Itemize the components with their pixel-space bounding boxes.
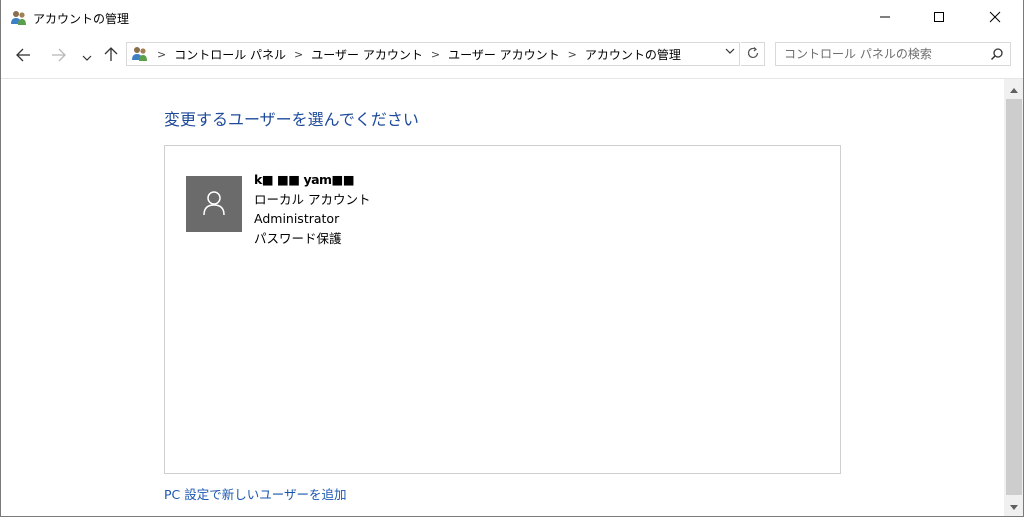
caret-up-icon	[1010, 82, 1018, 96]
refresh-icon	[746, 46, 760, 63]
close-icon	[989, 11, 1001, 26]
recent-locations-button[interactable]	[79, 44, 95, 68]
user-icon	[201, 189, 227, 220]
arrow-right-icon	[51, 47, 67, 66]
navigation-bar: > コントロール パネル > ユーザー アカウント > ユーザー アカウント >…	[0, 36, 1024, 78]
forward-button[interactable]	[46, 44, 72, 68]
main-content: 変更するユーザーを選んでください k■ ■■ yam■■ ローカル アカウント …	[0, 79, 1004, 517]
address-bar[interactable]: > コントロール パネル > ユーザー アカウント > ユーザー アカウント >…	[126, 42, 740, 66]
avatar[interactable]	[186, 176, 242, 232]
address-dropdown-icon[interactable]	[725, 47, 735, 58]
add-user-link[interactable]: PC 設定で新しいユーザーを追加	[164, 484, 347, 503]
user-info: k■ ■■ yam■■ ローカル アカウント Administrator パスワ…	[254, 170, 370, 248]
breadcrumb-user-accounts[interactable]: ユーザー アカウント	[311, 46, 423, 63]
up-button[interactable]	[100, 44, 122, 68]
user-name[interactable]: k■ ■■ yam■■	[254, 170, 370, 190]
back-button[interactable]	[10, 44, 36, 68]
page-title: 変更するユーザーを選んでください	[164, 110, 419, 129]
user-list-panel: k■ ■■ yam■■ ローカル アカウント Administrator パスワ…	[164, 145, 841, 474]
refresh-button[interactable]	[741, 42, 765, 66]
search-input[interactable]	[776, 43, 989, 65]
caret-down-icon	[1010, 500, 1018, 514]
scrollbar-thumb[interactable]	[1006, 99, 1022, 495]
arrow-left-icon	[15, 47, 31, 66]
maximize-icon	[933, 11, 945, 26]
account-type: ローカル アカウント	[254, 191, 371, 207]
chevron-right-icon[interactable]: >	[294, 48, 303, 61]
minimize-icon	[879, 11, 891, 26]
search-icon[interactable]	[990, 47, 1004, 64]
vertical-scrollbar[interactable]	[1004, 79, 1024, 517]
breadcrumb-manage-accounts[interactable]: アカウントの管理	[585, 46, 681, 63]
chevron-down-icon	[82, 47, 92, 66]
arrow-up-icon	[104, 46, 118, 66]
users-control-panel-icon	[10, 9, 28, 27]
scroll-down-button[interactable]	[1004, 497, 1024, 517]
close-button[interactable]	[972, 0, 1018, 36]
chevron-right-icon[interactable]: >	[568, 48, 577, 61]
minimize-button[interactable]	[862, 0, 908, 36]
scroll-up-button[interactable]	[1004, 79, 1024, 99]
search-box[interactable]	[775, 42, 1011, 66]
chevron-right-icon: >	[157, 47, 167, 61]
title-bar: アカウントの管理	[0, 0, 1024, 36]
breadcrumb-user-accounts-sub[interactable]: ユーザー アカウント	[448, 46, 560, 63]
control-panel-icon	[131, 45, 149, 63]
account-role: Administrator	[254, 211, 340, 226]
password-status: パスワード保護	[254, 230, 342, 246]
window-title: アカウントの管理	[33, 12, 130, 26]
chevron-right-icon[interactable]: >	[431, 48, 440, 61]
maximize-button[interactable]	[916, 0, 962, 36]
breadcrumb-control-panel[interactable]: コントロール パネル	[174, 46, 286, 63]
